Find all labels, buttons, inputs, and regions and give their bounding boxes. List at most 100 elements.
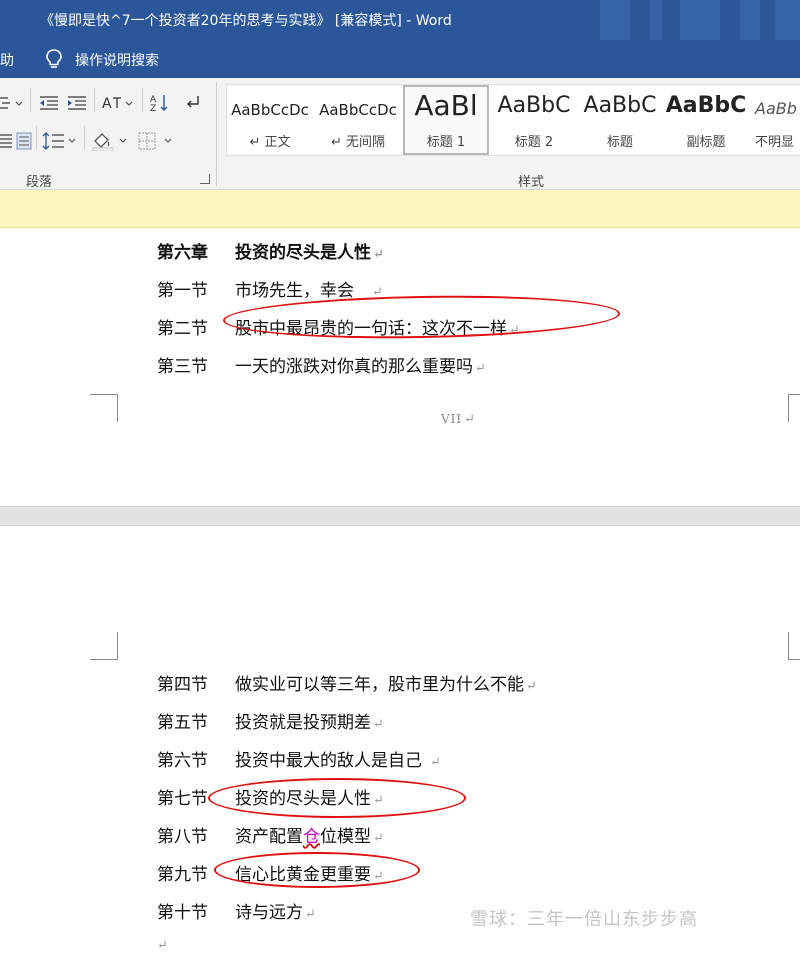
- align-icon: [0, 134, 12, 148]
- paragraph-mark: ↵: [430, 755, 441, 770]
- text-direction-icon: A: [102, 96, 133, 112]
- section-title-part: 资产配置: [235, 827, 303, 847]
- style-sample: AaBl: [414, 89, 478, 122]
- page-number: VII ↵: [441, 412, 476, 427]
- titlebar-decoration: [740, 0, 760, 40]
- distributed-icon: [16, 132, 32, 150]
- style-heading-1[interactable]: AaBl 标题 1: [403, 85, 489, 155]
- help-tab[interactable]: 助: [0, 50, 14, 70]
- titlebar-decoration: [775, 0, 800, 40]
- distributed-button[interactable]: [16, 130, 32, 152]
- chapter-title: 投资的尽头是人性: [235, 243, 371, 263]
- style-name: 标题 2: [514, 135, 554, 150]
- line-spacing-icon: [42, 132, 76, 150]
- separator: [84, 126, 85, 150]
- section-title: 一天的涨跌对你真的那么重要吗: [235, 357, 473, 377]
- paragraph-mark-icon: [187, 96, 199, 108]
- line-spacing-button[interactable]: [42, 130, 78, 152]
- show-hide-marks-button[interactable]: [182, 92, 202, 114]
- toc-line[interactable]: 第五节 投资就是投预期差 ↵: [157, 708, 384, 733]
- sort-button[interactable]: AZ: [150, 92, 170, 114]
- paragraph-dialog-launcher[interactable]: [200, 174, 210, 184]
- toc-line[interactable]: 第十节 诗与远方 ↵: [157, 898, 316, 923]
- section-title: 投资中最大的敌人是自己: [235, 751, 422, 771]
- section-title: 资产配置仓位模型: [235, 827, 371, 847]
- increase-indent-button[interactable]: [66, 92, 88, 114]
- tell-me-search[interactable]: 操作说明搜索: [75, 50, 159, 70]
- style-name: 不明显: [755, 135, 795, 150]
- svg-text:A: A: [102, 96, 112, 112]
- empty-paragraph[interactable]: ↵: [157, 934, 168, 954]
- section-title: 诗与远方: [235, 903, 303, 923]
- chapter-label: 第六章: [157, 243, 208, 263]
- style-no-spacing[interactable]: AaBbCcDc ↵ 无间隔: [315, 85, 401, 155]
- section-label: 第十节: [157, 903, 208, 923]
- section-label: 第三节: [157, 357, 208, 377]
- style-title[interactable]: AaBbC 标题: [577, 85, 663, 155]
- menu-bar: 助 操作说明搜索: [0, 40, 800, 78]
- paragraph-mark: ↵: [475, 361, 486, 376]
- text-direction-button[interactable]: A: [102, 92, 136, 114]
- crop-mark: [90, 632, 118, 660]
- toc-line[interactable]: 第一节 市场先生，幸会 ↵: [157, 276, 383, 301]
- spelling-error-mark[interactable]: 仓: [303, 827, 320, 847]
- style-name: 副标题: [686, 135, 726, 150]
- window-title: 《慢即是快^7一个投资者20年的思考与实践》 [兼容模式] - Word: [40, 13, 452, 29]
- paragraph-mark: ↵: [305, 907, 316, 922]
- style-subtitle[interactable]: AaBbC 副标题: [663, 85, 749, 155]
- page-gap: [0, 506, 800, 526]
- svg-text:Z: Z: [150, 104, 156, 113]
- decrease-indent-icon: [40, 96, 58, 110]
- crop-mark: [90, 394, 118, 422]
- chapter-heading[interactable]: 第六章 投资的尽头是人性 ↵: [157, 238, 384, 263]
- separator: [142, 88, 143, 112]
- toc-line[interactable]: 第四节 做实业可以等三年，股市里为什么不能 ↵: [157, 670, 537, 695]
- section-label: 第六节: [157, 751, 208, 771]
- styles-gallery: AaBbCcDc ↵ 正文 AaBbCcDc ↵ 无间隔 AaBl 标题 1 A…: [226, 84, 800, 156]
- styles-group-label: 样式: [518, 175, 545, 190]
- titlebar-decoration: [600, 0, 630, 40]
- toc-line[interactable]: 第三节 一天的涨跌对你真的那么重要吗 ↵: [157, 352, 486, 377]
- paragraph-group-label: 段落: [26, 175, 53, 190]
- increase-indent-icon: [68, 96, 86, 110]
- style-heading-2[interactable]: AaBbC 标题 2: [491, 85, 577, 155]
- align-justify-button[interactable]: [0, 130, 14, 152]
- paragraph-mark: ↵: [526, 679, 537, 694]
- group-separator: [216, 82, 217, 186]
- section-title: 做实业可以等三年，股市里为什么不能: [235, 675, 524, 695]
- ribbon: A AZ 段落 AaBbCcDc ↵ 正文 AaBbCcDc ↵ 无间隔 AaB…: [0, 78, 800, 190]
- style-name: 标题: [606, 135, 633, 150]
- paragraph-mark: ↵: [157, 938, 168, 953]
- style-sample: AaBbCcDc: [231, 101, 309, 119]
- separator: [94, 88, 95, 112]
- separator: [36, 126, 37, 150]
- toc-line[interactable]: 第八节 资产配置仓位模型 ↵: [157, 822, 384, 847]
- titlebar-decoration: [650, 0, 662, 40]
- paragraph-mark: ↵: [373, 247, 384, 262]
- red-circle-annotation: [214, 852, 420, 888]
- crop-mark: [788, 394, 800, 422]
- decrease-indent-button[interactable]: [38, 92, 60, 114]
- section-title: 市场先生，幸会: [235, 281, 354, 301]
- style-normal[interactable]: AaBbCcDc ↵ 正文: [227, 85, 313, 155]
- style-sample: AaBbC: [583, 93, 657, 118]
- borders-button[interactable]: [138, 130, 176, 152]
- multilevel-list-icon: [0, 97, 23, 109]
- style-sample: AaBbCcDc: [319, 101, 397, 119]
- toc-line[interactable]: 第六节 投资中最大的敌人是自己 ↵: [157, 746, 441, 771]
- paragraph-mark: ↵: [373, 831, 384, 846]
- crop-mark: [788, 632, 800, 660]
- message-bar: [0, 190, 800, 228]
- style-sample: AaBbC: [665, 93, 747, 118]
- multilevel-list-button[interactable]: [0, 92, 26, 114]
- borders-icon: [138, 132, 172, 150]
- shading-button[interactable]: [92, 130, 130, 152]
- section-title-part: 位模型: [320, 827, 371, 847]
- document-page: 第四节 做实业可以等三年，股市里为什么不能 ↵ 第五节 投资就是投预期差 ↵ 第六节 投资…: [0, 526, 800, 954]
- section-label: 第一节: [157, 281, 208, 301]
- document-page: 第六章 投资的尽头是人性 ↵ 第一节 市场先生，幸会 ↵ 第二节 股市中最昂贵的一句话：这…: [0, 228, 800, 506]
- style-subtle-emphasis[interactable]: AaBb 不明显: [749, 85, 800, 155]
- paint-bucket-icon: [92, 133, 127, 151]
- lightbulb-icon[interactable]: [44, 48, 64, 70]
- section-label: 第五节: [157, 713, 208, 733]
